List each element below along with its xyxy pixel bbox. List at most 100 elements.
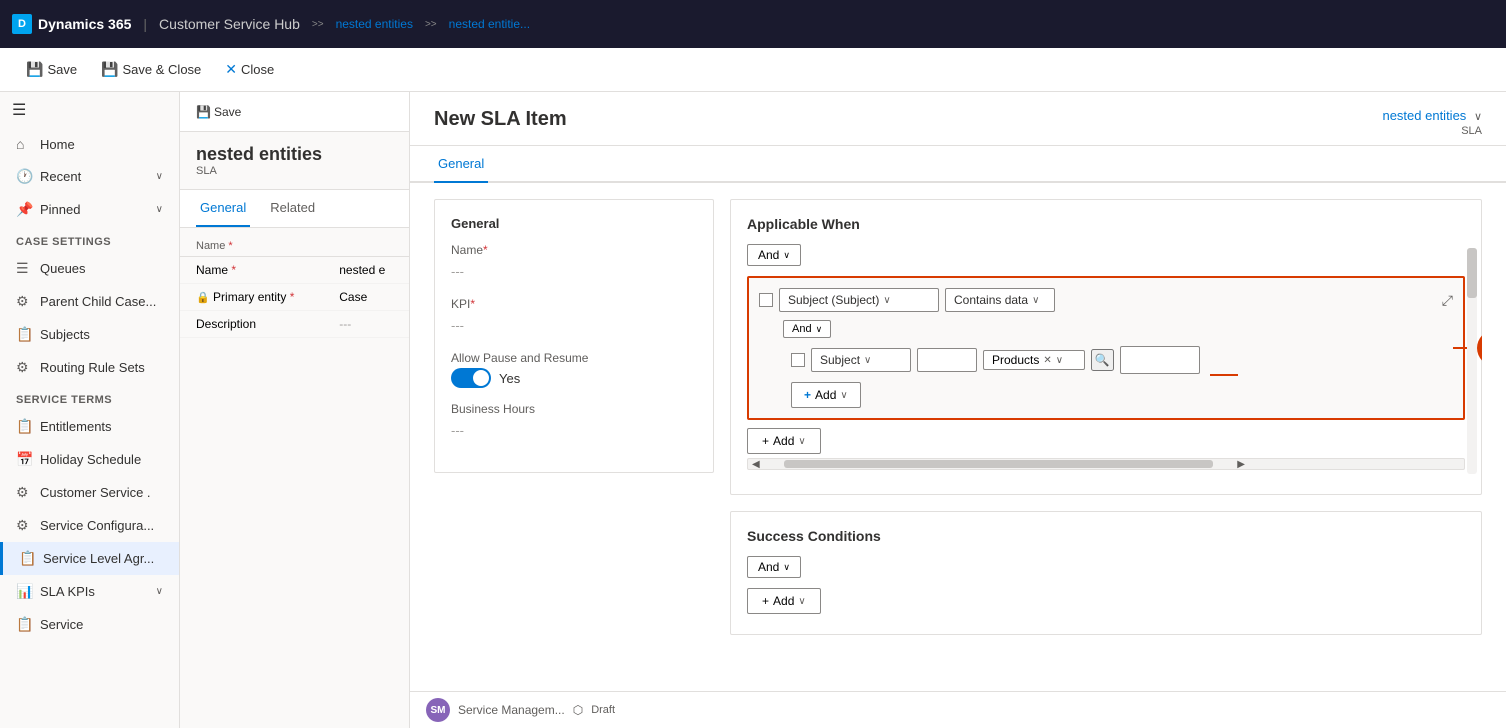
success-and-chevron: ∨ [783,562,790,573]
field-kpi: KPI* --- [451,297,697,337]
condition-value-input[interactable] [917,348,977,372]
scroll-right-arrow[interactable]: ▶ [1233,459,1249,470]
search-button[interactable]: 🔍 [1091,349,1114,371]
vertical-scrollbar-thumb[interactable] [1467,248,1477,298]
form-title: New SLA Item [434,108,567,131]
holiday-icon: 📅 [16,451,32,468]
sidebar-item-service[interactable]: 📋 Service [0,608,179,641]
sidebar-item-pinned[interactable]: 📌 Pinned ∨ [0,193,179,226]
sidebar-item-recent[interactable]: 🕐 Recent ∨ [0,160,179,193]
external-icon[interactable]: ⬡ [573,703,583,717]
add-outer-button[interactable]: + Add ∨ [747,428,821,454]
nested-panel-tabs: General Related [180,190,409,228]
and-button-inner[interactable]: And ∨ [783,320,831,338]
add-inner-button[interactable]: + Add ∨ [791,382,861,408]
sidebar-item-subjects[interactable]: 📋 Subjects [0,318,179,351]
field-pause-resume: Allow Pause and Resume Yes [451,351,697,388]
sidebar-item-customer-service[interactable]: ⚙ Customer Service . [0,476,179,509]
nav-arrow2: >> [425,19,437,30]
scroll-thumb[interactable] [784,460,1214,468]
table-row: 🔒 Primary entity * Case [180,284,409,311]
status-badge: Draft [591,704,615,716]
main-layout: ☰ ⌂ Home 🕐 Recent ∨ 📌 Pinned ∨ Case Sett… [0,92,1506,728]
nested-panel-header: nested entities SLA [180,132,409,190]
form-tabs: General [410,146,1506,183]
sidebar-item-service-config[interactable]: ⚙ Service Configura... [0,509,179,542]
save-close-button[interactable]: 💾 Save & Close [91,56,211,83]
save-button[interactable]: 💾 Save [16,56,87,83]
success-add-button[interactable]: + Add ∨ [747,588,821,614]
service-level-label: Service Level Agr... [43,551,154,566]
add-outer-label: Add [773,434,794,448]
bottom-bar: SM Service Managem... ⬡ Draft [410,691,1506,728]
dynamics-logo[interactable]: D Dynamics 365 [12,14,131,34]
breadcrumb-chevron[interactable]: ∨ [1474,111,1482,123]
expand-icon[interactable]: ⤢ [1442,292,1453,309]
nested-save-button[interactable]: 💾 Save [188,101,410,123]
hamburger-menu[interactable]: ☰ [12,100,26,120]
nested-tab-general[interactable]: General [196,190,250,227]
recent-icon: 🕐 [16,168,32,185]
search-value-input[interactable] [1120,346,1200,374]
nested-table: Name * Name * nested e 🔒 Primary entity … [180,236,409,338]
tab-general[interactable]: General [434,146,488,183]
nav-arrow: >> [312,19,324,30]
breadcrumb-nested2[interactable]: nested entitie... [449,17,530,31]
business-hours-value: --- [451,419,697,442]
success-and-button[interactable]: And ∨ [747,556,801,578]
breadcrumb-nested[interactable]: nested entities [336,17,413,31]
hub-name: Customer Service Hub [159,16,300,32]
field-name-cell: Name * [180,257,323,284]
outer-checkbox[interactable] [759,293,773,307]
customer-service-label: Customer Service . [40,485,151,500]
breadcrumb-link[interactable]: nested entities [1382,108,1466,123]
subject-field-label: Subject (Subject) [788,293,879,307]
pinned-icon: 📌 [16,201,32,218]
contains-data-chevron: ∨ [1032,295,1039,306]
sidebar-item-routing-rules[interactable]: ⚙ Routing Rule Sets [0,351,179,384]
contains-data-select[interactable]: Contains data ∨ [945,288,1055,312]
sla-kpis-icon: 📊 [16,583,32,600]
products-operator-select[interactable]: ∨ [1056,355,1076,366]
horizontal-scrollbar[interactable]: ◀ ▶ [747,458,1465,470]
close-button[interactable]: ✕ Close [215,56,284,83]
vertical-scrollbar-track [1467,248,1477,474]
nested-tab-related[interactable]: Related [266,190,319,227]
nested-checkbox[interactable] [791,353,805,367]
recent-chevron: ∨ [156,171,163,182]
sla-kpis-label: SLA KPIs [40,584,95,599]
add-inner-chevron: ∨ [840,390,847,401]
kpi-label: KPI* [451,297,697,311]
routing-label: Routing Rule Sets [40,360,145,375]
and-label: And [758,248,779,262]
sidebar-item-service-level[interactable]: 📋 Service Level Agr... [0,542,179,575]
nested-sub-command-bar: 💾 Save 💾 Save & Close 🗑 Delete [180,92,410,132]
entitlements-label: Entitlements [40,419,112,434]
top-navigation: D Dynamics 365 | Customer Service Hub >>… [0,0,1506,48]
parent-child-label: Parent Child Case... [40,294,156,309]
pause-resume-toggle[interactable] [451,368,491,388]
field-desc-value: --- [323,311,409,338]
subject-nested-select[interactable]: Subject ∨ [811,348,911,372]
sidebar-item-sla-kpis[interactable]: 📊 SLA KPIs ∨ [0,575,179,608]
form-header: New SLA Item nested entities ∨ SLA [410,92,1506,146]
outer-condition-row: Subject (Subject) ∨ Contains data ∨ ⤢ [759,288,1453,312]
field-name: Name* --- [451,243,697,283]
products-remove-button[interactable]: ✕ [1043,355,1051,366]
subject-field-select[interactable]: Subject (Subject) ∨ [779,288,939,312]
sidebar-item-home[interactable]: ⌂ Home [0,128,179,160]
products-label: Products [992,353,1039,367]
sidebar-item-entitlements[interactable]: 📋 Entitlements [0,410,179,443]
kpi-value: --- [451,314,697,337]
close-label: Close [241,62,274,77]
sidebar-item-parent-child[interactable]: ⚙ Parent Child Case... [0,285,179,318]
subjects-label: Subjects [40,327,90,342]
sidebar-item-holiday[interactable]: 📅 Holiday Schedule [0,443,179,476]
success-conditions-section: Success Conditions And ∨ + Add ∨ [730,511,1482,635]
sidebar-item-queues[interactable]: ☰ Queues [0,252,179,285]
and-button-outer[interactable]: And ∨ [747,244,801,266]
left-panel: General Name* --- KPI* --- Allow Pause a… [434,199,714,675]
subject-nested-label: Subject [820,353,860,367]
scroll-left-arrow[interactable]: ◀ [748,459,764,470]
success-add-chevron: ∨ [798,596,805,607]
